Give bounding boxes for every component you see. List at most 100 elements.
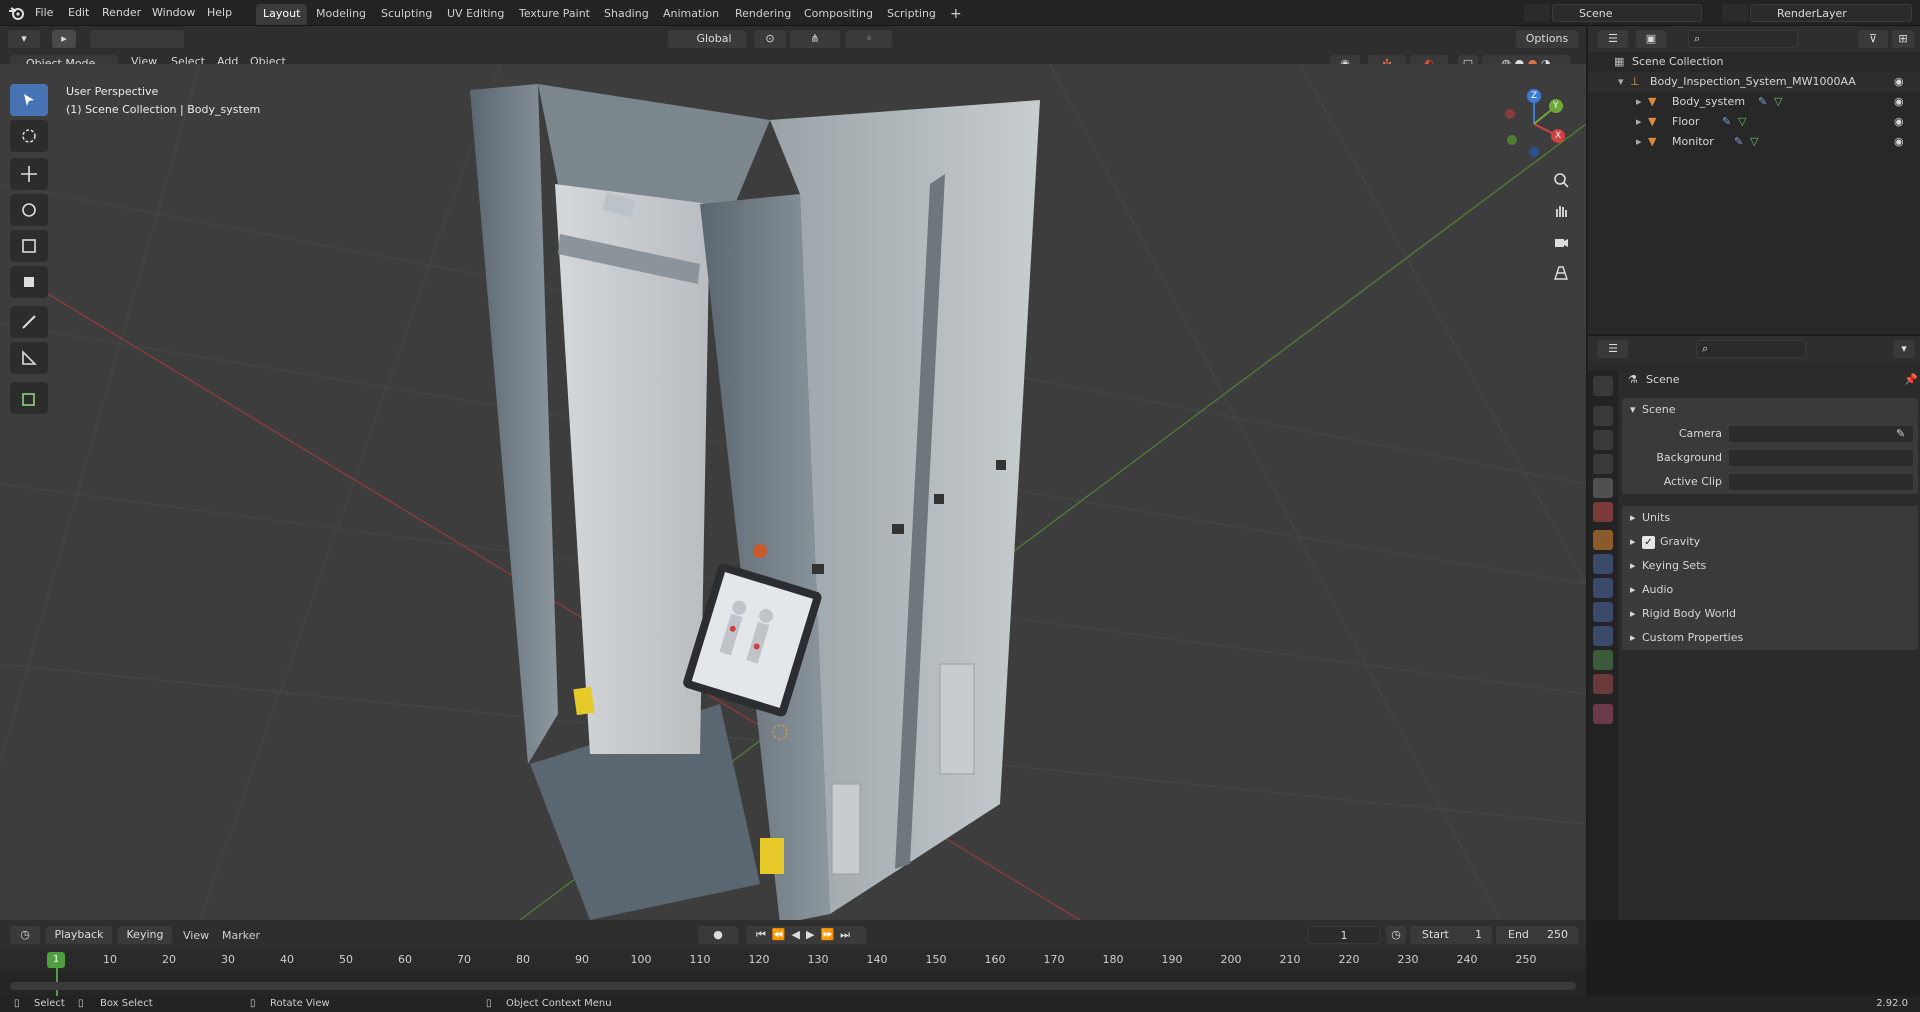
audio-panel-header[interactable]: ▸ Audio <box>1622 578 1918 602</box>
transform-orientation-dropdown[interactable]: Global <box>668 30 746 48</box>
keying-menu[interactable]: Keying <box>118 926 172 944</box>
timeline-area[interactable]: 10 20 30 40 50 60 70 80 90 100 110 120 130 140 150 160 1… <box>0 950 1586 996</box>
camera-view-icon[interactable] <box>1548 229 1574 255</box>
filter-icon[interactable]: ⊽ <box>1858 30 1888 48</box>
properties-options-icon[interactable]: ▾ <box>1894 340 1914 358</box>
end-frame-field[interactable]: End 250 <box>1496 926 1578 944</box>
timeline-scrollbar[interactable] <box>10 982 1576 990</box>
preview-range-icon[interactable]: ◷ <box>1386 926 1406 944</box>
scene-selector[interactable]: Scene <box>1552 4 1702 22</box>
eye-icon[interactable]: ◉ <box>1894 112 1904 132</box>
scale-icon[interactable] <box>10 230 48 262</box>
camera-field[interactable] <box>1728 425 1914 443</box>
gravity-checkbox[interactable]: ✓ <box>1642 536 1655 549</box>
selection-mode-buttons[interactable] <box>90 30 184 48</box>
mesh-data-icon[interactable]: ▽ <box>1738 112 1746 132</box>
expand-arrow-icon[interactable]: ▸ <box>1636 92 1642 112</box>
modifier-wrench-icon[interactable]: ✎ <box>1722 112 1731 132</box>
output-tab-icon[interactable] <box>1593 430 1613 450</box>
display-mode-icon[interactable]: ▣ <box>1636 30 1666 48</box>
outliner-editor-type-icon[interactable]: ☰ <box>1598 30 1628 48</box>
outliner-collection-row[interactable]: ▾ ⊥ Body_Inspection_System_MW1000AA ◉ <box>1588 72 1920 92</box>
current-frame-field[interactable]: 1 <box>1308 926 1380 944</box>
tab-modeling[interactable]: Modeling <box>309 4 373 25</box>
timeline-view-menu[interactable]: View <box>183 929 209 942</box>
physics-tab-icon[interactable] <box>1593 602 1613 622</box>
mesh-data-icon[interactable]: ▽ <box>1750 132 1758 152</box>
scene-panel-header[interactable]: ▾ Scene <box>1622 398 1918 422</box>
timeline-editor-type-icon[interactable]: ◷ <box>10 926 40 944</box>
tab-texture-paint[interactable]: Texture Paint <box>512 4 597 25</box>
snapping-icon[interactable]: ⋔ <box>790 30 840 48</box>
cursor-icon[interactable] <box>10 120 48 152</box>
units-panel-header[interactable]: ▸ Units <box>1622 506 1918 530</box>
rotate-icon[interactable] <box>10 194 48 226</box>
transform-icon[interactable] <box>10 266 48 298</box>
tab-animation[interactable]: Animation <box>656 4 726 25</box>
eyedropper-icon[interactable]: ✎ <box>1896 422 1905 446</box>
add-workspace-button[interactable]: + <box>943 4 969 25</box>
start-frame-field[interactable]: Start 1 <box>1410 926 1492 944</box>
add-cube-icon[interactable] <box>10 382 48 414</box>
outliner-item-monitor[interactable]: ▸ ▼ Monitor ✎ ▽ ◉ <box>1588 132 1920 152</box>
eye-icon[interactable]: ◉ <box>1894 72 1904 92</box>
tab-compositing[interactable]: Compositing <box>797 4 880 25</box>
tab-shading[interactable]: Shading <box>597 4 656 25</box>
zoom-icon[interactable] <box>1548 167 1574 193</box>
pivot-point-icon[interactable]: ⊙ <box>754 30 786 48</box>
new-collection-icon[interactable]: ⊞ <box>1892 30 1914 48</box>
outliner-item-floor[interactable]: ▸ ▼ Floor ✎ ▽ ◉ <box>1588 112 1920 132</box>
menu-render[interactable]: Render <box>99 4 144 22</box>
menu-file[interactable]: File <box>32 4 56 22</box>
playhead-indicator[interactable]: 1 <box>47 952 65 968</box>
outliner-scene-collection[interactable]: ▦ Scene Collection <box>1588 52 1920 72</box>
measure-icon[interactable] <box>10 342 48 374</box>
background-scene-field[interactable] <box>1728 449 1914 467</box>
material-tab-icon[interactable] <box>1593 674 1613 694</box>
menu-help[interactable]: Help <box>204 4 235 22</box>
object-tab-icon[interactable] <box>1593 530 1613 550</box>
properties-editor-type-icon[interactable]: ☰ <box>1598 340 1628 358</box>
eye-icon[interactable]: ◉ <box>1894 92 1904 112</box>
gravity-panel-header[interactable]: ▸ ✓ Gravity <box>1622 530 1918 554</box>
select-tool-icon[interactable]: ▸ <box>52 30 76 48</box>
data-tab-icon[interactable] <box>1593 650 1613 670</box>
modifier-wrench-icon[interactable]: ✎ <box>1758 92 1767 112</box>
tool-tab-icon[interactable] <box>1593 376 1613 396</box>
eye-icon[interactable]: ◉ <box>1894 132 1904 152</box>
menu-edit[interactable]: Edit <box>65 4 92 22</box>
pan-hand-icon[interactable] <box>1548 198 1574 224</box>
view-layer-selector[interactable]: RenderLayer <box>1750 4 1912 22</box>
scene-browse-icon[interactable] <box>1524 4 1550 22</box>
playback-menu[interactable]: Playback <box>46 926 112 944</box>
view-layer-tab-icon[interactable] <box>1593 454 1613 474</box>
modifier-wrench-icon[interactable]: ✎ <box>1734 132 1743 152</box>
active-clip-field[interactable] <box>1728 473 1914 491</box>
particles-tab-icon[interactable] <box>1593 578 1613 598</box>
scene-tab-icon[interactable] <box>1593 478 1613 498</box>
annotate-icon[interactable] <box>10 306 48 338</box>
rigid-body-world-panel-header[interactable]: ▸ Rigid Body World <box>1622 602 1918 626</box>
auto-keying-icon[interactable]: ● <box>698 926 738 944</box>
body-scanner-model[interactable] <box>470 84 1040 920</box>
expand-arrow-icon[interactable]: ▸ <box>1636 112 1642 132</box>
view-layer-browse-icon[interactable] <box>1722 4 1748 22</box>
mesh-data-icon[interactable]: ▽ <box>1774 92 1782 112</box>
expand-arrow-icon[interactable]: ▸ <box>1636 132 1642 152</box>
playback-controls[interactable]: ⏮⏪◀▶⏩⏭ <box>746 926 866 944</box>
render-tab-icon[interactable] <box>1593 406 1613 426</box>
editor-type-icon[interactable]: ▾ <box>8 30 40 48</box>
modifier-tab-icon[interactable] <box>1593 554 1613 574</box>
blender-logo-icon[interactable] <box>8 5 26 21</box>
properties-search-input[interactable]: ⌕ <box>1696 340 1806 358</box>
world-tab-icon[interactable] <box>1593 502 1613 522</box>
perspective-toggle-icon[interactable] <box>1548 260 1574 286</box>
tab-layout[interactable]: Layout <box>256 4 308 25</box>
timeline-marker-menu[interactable]: Marker <box>222 929 260 942</box>
3d-viewport[interactable]: User Perspective (1) Scene Collection | … <box>0 64 1586 920</box>
expand-arrow-icon[interactable]: ▾ <box>1618 72 1624 92</box>
frame-ruler[interactable]: 10 20 30 40 50 60 70 80 90 100 110 120 130 140 150 160 1… <box>0 950 1586 970</box>
outliner-search-input[interactable]: ⌕ <box>1688 30 1798 48</box>
texture-tab-icon[interactable] <box>1593 704 1613 724</box>
select-box-icon[interactable] <box>10 84 48 116</box>
